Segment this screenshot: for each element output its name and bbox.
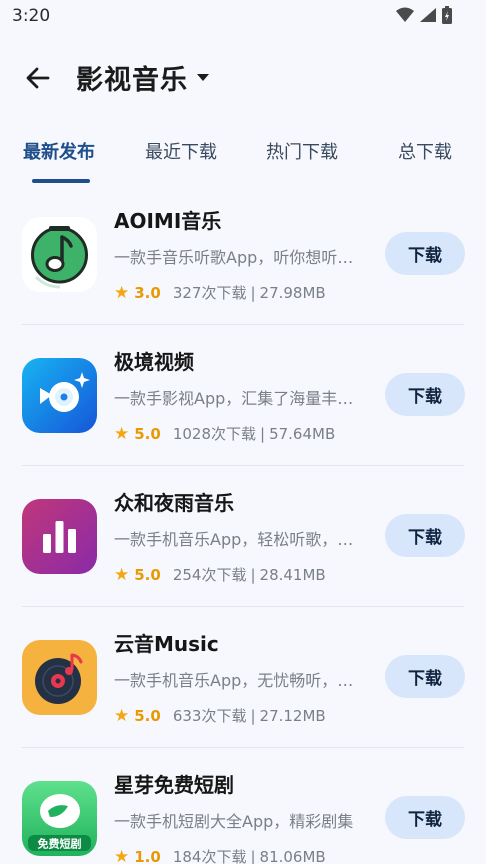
- app-meta: ★ 3.0 327次下载 | 27.98MB: [114, 282, 326, 303]
- file-size: 27.12MB: [259, 706, 326, 725]
- app-rating: 1.0: [134, 847, 161, 864]
- video-disc-icon: [22, 358, 97, 433]
- list-item[interactable]: 免费短剧 星芽免费短剧 一款手机短剧大全App，精彩剧集 ★ 1.0 184次下…: [0, 748, 486, 864]
- category-dropdown[interactable]: 影视音乐: [76, 58, 210, 97]
- app-list: AOIMI音乐 一款手音乐听歌App，听你想听的歌 ★ 3.0 327次下载 |…: [0, 184, 486, 864]
- status-time: 3:20: [12, 6, 51, 26]
- music-note-icon: [22, 217, 97, 292]
- star-icon: ★: [114, 423, 130, 444]
- page-title: 影视音乐: [76, 65, 188, 96]
- meta-separator: |: [250, 847, 256, 864]
- battery-icon: [442, 6, 452, 24]
- list-item[interactable]: 云音Music 一款手机音乐App，无忧畅听，海量曲库 ★ 5.0 633次下载…: [0, 607, 486, 748]
- star-icon: ★: [114, 705, 130, 726]
- download-count: 254次下载: [172, 566, 247, 584]
- app-rating: 5.0: [134, 424, 161, 443]
- download-count: 1028次下载: [172, 425, 257, 443]
- short-drama-icon: 免费短剧: [22, 781, 97, 856]
- app-name: 星芽免费短剧: [114, 773, 234, 797]
- download-button[interactable]: 下载: [385, 232, 465, 275]
- tab-hot-downloads[interactable]: 热门下载: [266, 138, 338, 164]
- app-name: 云音Music: [114, 632, 219, 656]
- tab-bar: 最新发布 最近下载 热门下载 总下载: [0, 130, 486, 186]
- status-icons: [396, 6, 452, 24]
- star-icon: ★: [114, 282, 130, 303]
- app-meta: ★ 5.0 633次下载 | 27.12MB: [114, 705, 326, 726]
- app-rating: 5.0: [134, 565, 161, 584]
- meta-separator: |: [250, 706, 256, 725]
- app-description: 一款手音乐听歌App，听你想听的歌: [114, 248, 362, 267]
- meta-separator: |: [250, 565, 256, 584]
- tab-recent-downloads[interactable]: 最近下载: [145, 138, 217, 164]
- file-size: 28.41MB: [259, 565, 326, 584]
- file-size: 81.06MB: [259, 847, 326, 864]
- app-description: 一款手影视App，汇集了海量丰富影视: [114, 389, 362, 408]
- wifi-icon: [396, 7, 414, 22]
- download-button[interactable]: 下载: [385, 373, 465, 416]
- list-item[interactable]: 极境视频 一款手影视App，汇集了海量丰富影视 ★ 5.0 1028次下载 | …: [0, 325, 486, 466]
- meta-separator: |: [250, 283, 256, 302]
- download-count: 184次下载: [172, 848, 247, 864]
- list-item[interactable]: 众和夜雨音乐 一款手机音乐App，轻松听歌，畅享音乐 ★ 5.0 254次下载 …: [0, 466, 486, 607]
- download-button[interactable]: 下载: [385, 655, 465, 698]
- file-size: 27.98MB: [259, 283, 326, 302]
- download-button[interactable]: 下载: [385, 796, 465, 839]
- app-rating: 5.0: [134, 706, 161, 725]
- app-description: 一款手机短剧大全App，精彩剧集: [114, 812, 354, 831]
- vinyl-record-icon: [22, 640, 97, 715]
- status-bar: 3:20: [0, 0, 486, 34]
- star-icon: ★: [114, 564, 130, 585]
- header: 影视音乐: [0, 52, 486, 102]
- download-count: 633次下载: [172, 707, 247, 725]
- download-button[interactable]: 下载: [385, 514, 465, 557]
- app-meta: ★ 5.0 1028次下载 | 57.64MB: [114, 423, 335, 444]
- download-count: 327次下载: [172, 284, 247, 302]
- app-meta: ★ 5.0 254次下载 | 28.41MB: [114, 564, 326, 585]
- caret-down-icon: [197, 73, 209, 81]
- app-description: 一款手机音乐App，无忧畅听，海量曲库: [114, 671, 362, 690]
- svg-text:免费短剧: 免费短剧: [38, 837, 82, 851]
- bar-chart-icon: [22, 499, 97, 574]
- app-name: AOIMI音乐: [114, 209, 222, 233]
- app-name: 极境视频: [114, 350, 194, 374]
- back-button[interactable]: [22, 62, 54, 94]
- arrow-left-icon: [26, 67, 50, 89]
- file-size: 57.64MB: [269, 424, 336, 443]
- app-meta: ★ 1.0 184次下载 | 81.06MB: [114, 846, 326, 864]
- app-rating: 3.0: [134, 283, 161, 302]
- list-item[interactable]: AOIMI音乐 一款手音乐听歌App，听你想听的歌 ★ 3.0 327次下载 |…: [0, 184, 486, 325]
- tab-total-downloads[interactable]: 总下载: [398, 138, 452, 164]
- app-name: 众和夜雨音乐: [114, 491, 234, 515]
- active-tab-indicator: [32, 179, 90, 183]
- tab-latest[interactable]: 最新发布: [23, 138, 95, 164]
- meta-separator: |: [260, 424, 266, 443]
- app-description: 一款手机音乐App，轻松听歌，畅享音乐: [114, 530, 362, 549]
- star-icon: ★: [114, 846, 130, 864]
- signal-icon: [420, 8, 436, 22]
